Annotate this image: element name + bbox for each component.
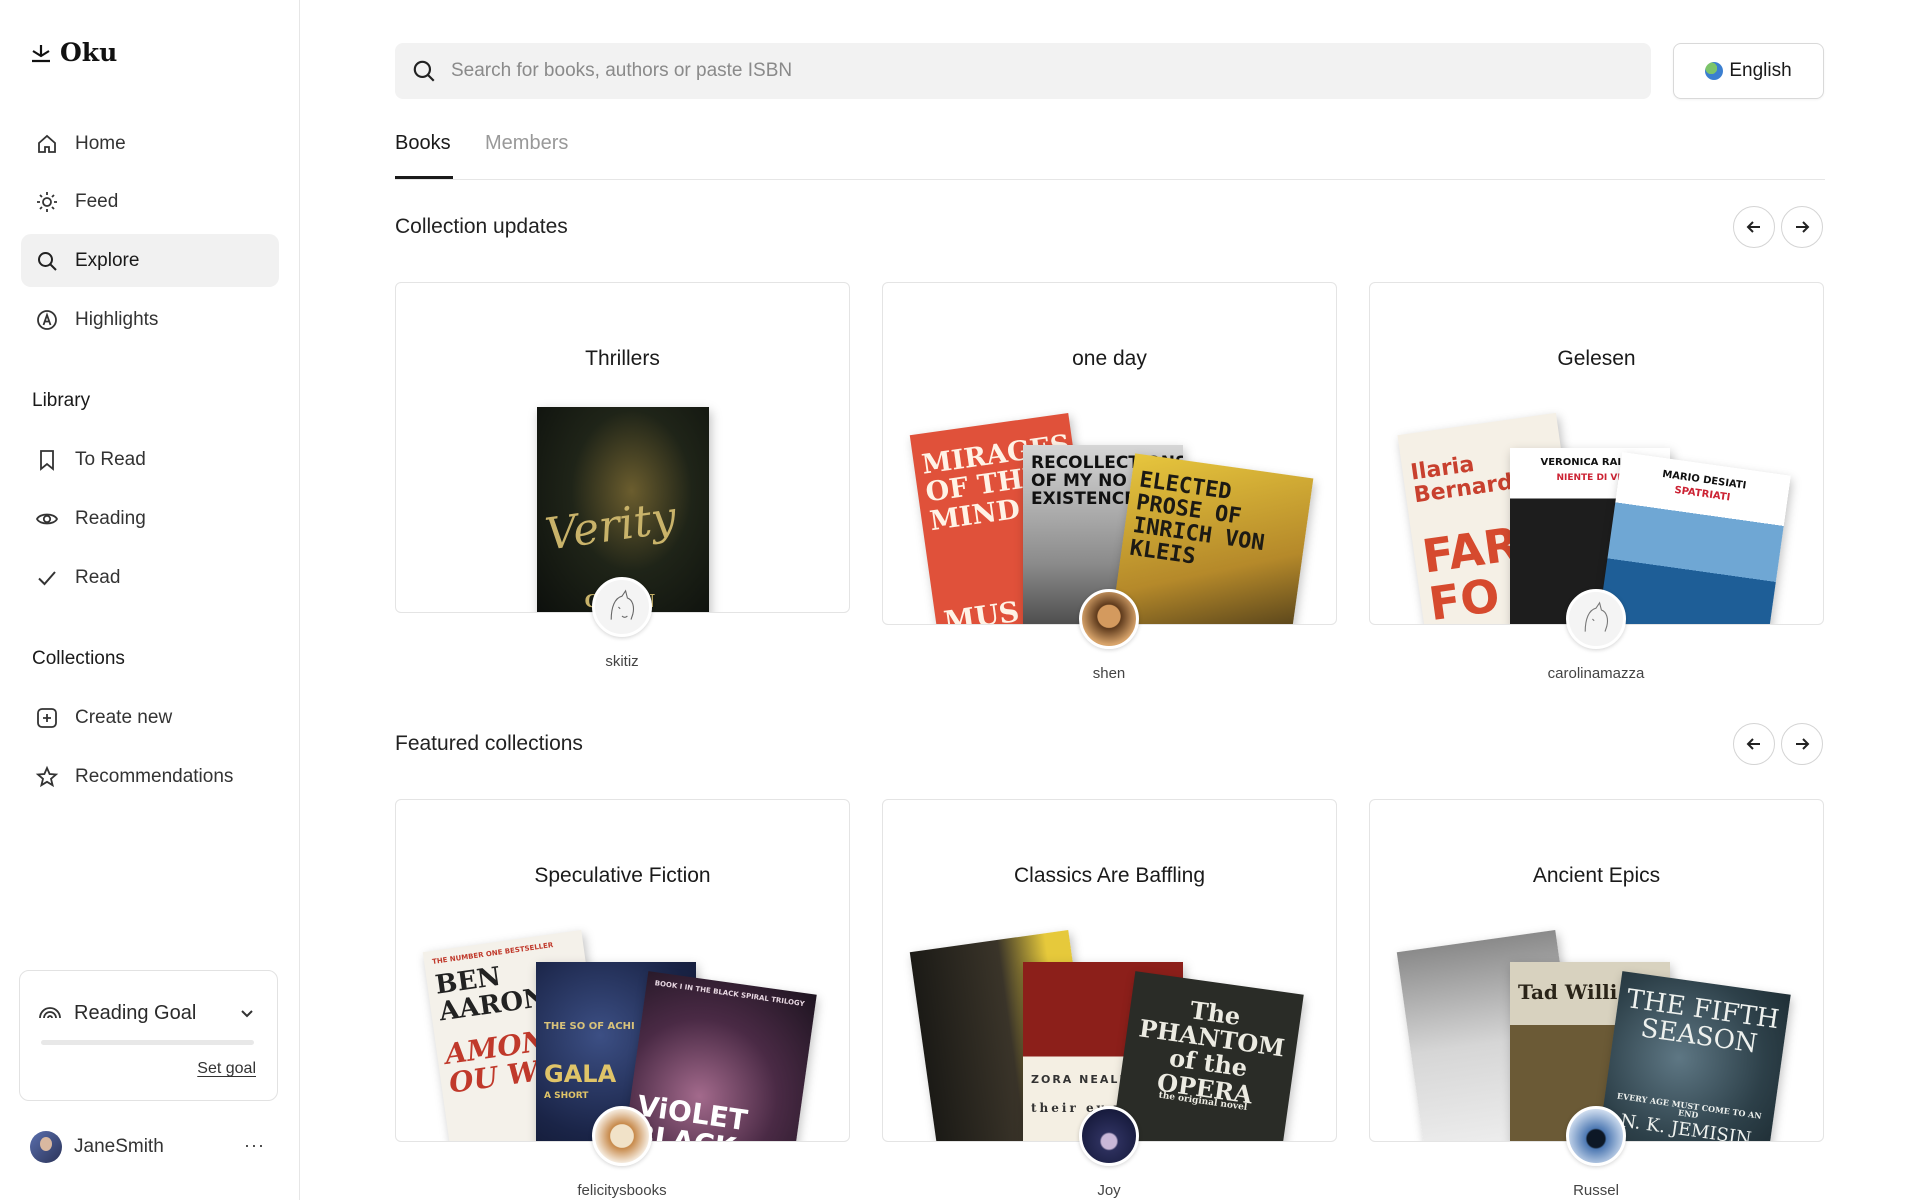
nav-explore-label: Explore bbox=[75, 249, 140, 271]
app-name: Oku bbox=[60, 38, 118, 67]
arrow-left-icon bbox=[1746, 221, 1760, 233]
arrow-left-icon bbox=[1746, 738, 1760, 750]
nav-home-label: Home bbox=[75, 132, 126, 154]
nav-feed[interactable]: Feed bbox=[21, 175, 279, 228]
sidebar: Oku Home Feed Explore Highlights Library… bbox=[0, 0, 300, 1200]
rainbow-icon bbox=[39, 1007, 61, 1019]
user-profile[interactable]: JaneSmith ··· bbox=[30, 1131, 265, 1163]
collection-owner[interactable]: felicitysbooks bbox=[472, 1182, 772, 1199]
featured-collections-heading: Featured collections bbox=[395, 732, 583, 755]
active-tab-indicator bbox=[395, 176, 453, 179]
plus-square-icon bbox=[37, 707, 57, 728]
language-button[interactable]: English bbox=[1673, 43, 1824, 99]
collection-card-gelesen[interactable]: Gelesen Ilaria Bernardi FAR FO VERONICA … bbox=[1369, 282, 1824, 625]
user-avatar-felicitysbooks[interactable] bbox=[592, 1106, 652, 1166]
reading-goal-progress bbox=[41, 1040, 254, 1045]
app-logo[interactable]: Oku bbox=[30, 38, 117, 67]
explore-tabs: Books Members bbox=[395, 128, 1825, 180]
search-icon bbox=[38, 251, 57, 271]
more-options-icon[interactable]: ··· bbox=[244, 1135, 265, 1156]
collection-card-ancient-epics[interactable]: Ancient Epics Tad Willi THE FIFTH SEASON… bbox=[1369, 799, 1824, 1142]
nav-home[interactable]: Home bbox=[21, 117, 279, 170]
set-goal-link[interactable]: Set goal bbox=[197, 1060, 256, 1078]
oku-logo-icon bbox=[32, 44, 50, 62]
nav-explore[interactable]: Explore bbox=[21, 234, 279, 287]
search-icon bbox=[413, 60, 435, 82]
nav-recommendations-label: Recommendations bbox=[75, 765, 234, 787]
sun-icon bbox=[37, 191, 57, 212]
nav-to-read-label: To Read bbox=[75, 448, 146, 470]
user-avatar-joy[interactable] bbox=[1079, 1106, 1139, 1166]
nav-reading-label: Reading bbox=[75, 507, 146, 529]
reading-goal-title: Reading Goal bbox=[74, 1001, 197, 1024]
nav-read-label: Read bbox=[75, 566, 121, 588]
user-avatar-russel[interactable] bbox=[1566, 1106, 1626, 1166]
book-cover-desiati: MARIO DESIATI SPATRIATI bbox=[1595, 452, 1791, 624]
search-bar bbox=[395, 43, 1651, 99]
updates-prev-button[interactable] bbox=[1733, 206, 1775, 248]
nav-feed-label: Feed bbox=[75, 190, 119, 212]
user-name: JaneSmith bbox=[74, 1136, 164, 1157]
user-avatar-skitiz[interactable] bbox=[592, 577, 652, 637]
arrow-right-icon bbox=[1796, 221, 1810, 233]
home-icon bbox=[38, 134, 56, 153]
collection-owner[interactable]: shen bbox=[959, 665, 1259, 682]
book-cover-fifth-season: THE FIFTH SEASON EVERY AGE MUST COME TO … bbox=[1595, 971, 1791, 1141]
dog-sketch-icon bbox=[610, 589, 635, 620]
library-heading: Library bbox=[32, 390, 91, 411]
tab-books[interactable]: Books bbox=[395, 132, 451, 177]
updates-next-button[interactable] bbox=[1781, 206, 1823, 248]
collections-heading: Collections bbox=[32, 648, 125, 669]
nav-reading[interactable]: Reading bbox=[21, 492, 279, 545]
collection-card-classics-are-baffling[interactable]: Classics Are Baffling ZORA NEALE their e… bbox=[882, 799, 1337, 1142]
collection-title: Gelesen bbox=[1557, 347, 1636, 370]
nav-to-read[interactable]: To Read bbox=[21, 433, 279, 486]
book-cover-phantom-opera: The PHANTOM of the OPERA the original no… bbox=[1108, 971, 1304, 1141]
reading-goal-card: Reading Goal Set goal bbox=[19, 970, 278, 1101]
nav-read[interactable]: Read bbox=[21, 551, 279, 604]
highlight-icon bbox=[37, 309, 57, 330]
nav-recommendations[interactable]: Recommendations bbox=[21, 750, 279, 803]
nav-create-new-label: Create new bbox=[75, 706, 173, 728]
book-cover-violet-black: BOOK I IN THE BLACK SPIRAL TRILOGY ViOLE… bbox=[621, 971, 817, 1141]
collection-owner[interactable]: Joy bbox=[959, 1182, 1259, 1199]
dog-sketch-icon bbox=[1584, 601, 1609, 632]
collection-owner[interactable]: carolinamazza bbox=[1446, 665, 1746, 682]
user-avatar-carolinamazza[interactable] bbox=[1566, 589, 1626, 649]
chevron-down-icon[interactable] bbox=[237, 1003, 257, 1023]
nav-highlights-label: Highlights bbox=[75, 308, 159, 330]
collection-card-speculative-fiction[interactable]: Speculative Fiction THE NUMBER ONE BESTS… bbox=[395, 799, 850, 1142]
user-avatar bbox=[30, 1131, 62, 1163]
collection-title: Thrillers bbox=[585, 347, 660, 370]
featured-prev-button[interactable] bbox=[1733, 723, 1775, 765]
reading-goal-toggle[interactable]: Reading Goal bbox=[38, 1001, 196, 1025]
collection-title: Classics Are Baffling bbox=[1013, 864, 1206, 887]
search-input[interactable] bbox=[451, 60, 1601, 82]
eye-icon bbox=[35, 513, 59, 524]
book-cover-kleist: ELECTED PROSE OF INRICH VON KLEIS bbox=[1108, 453, 1314, 624]
bookmark-icon bbox=[40, 449, 54, 471]
star-icon bbox=[35, 765, 59, 787]
nav-create-new[interactable]: Create new bbox=[21, 691, 279, 744]
featured-next-button[interactable] bbox=[1781, 723, 1823, 765]
language-label: English bbox=[1729, 60, 1792, 81]
collection-owner[interactable]: skitiz bbox=[472, 653, 772, 670]
arrow-right-icon bbox=[1796, 738, 1810, 750]
check-icon bbox=[38, 570, 56, 585]
collection-title: Speculative Fiction bbox=[534, 864, 711, 887]
collection-card-one-day[interactable]: one day MIRAGES OF THE MIND MUS RECOLLEC… bbox=[882, 282, 1337, 625]
collection-title: one day bbox=[1072, 347, 1147, 370]
user-avatar-shen[interactable] bbox=[1079, 589, 1139, 649]
globe-icon bbox=[1705, 62, 1724, 80]
nav-highlights[interactable]: Highlights bbox=[21, 293, 279, 346]
collection-card-thrillers[interactable]: Thrillers Verity CO N bbox=[395, 282, 850, 613]
collection-title: Ancient Epics bbox=[1532, 864, 1661, 887]
collection-owner[interactable]: Russel bbox=[1446, 1182, 1746, 1199]
tab-members[interactable]: Members bbox=[485, 132, 568, 177]
collection-updates-heading: Collection updates bbox=[395, 215, 568, 238]
